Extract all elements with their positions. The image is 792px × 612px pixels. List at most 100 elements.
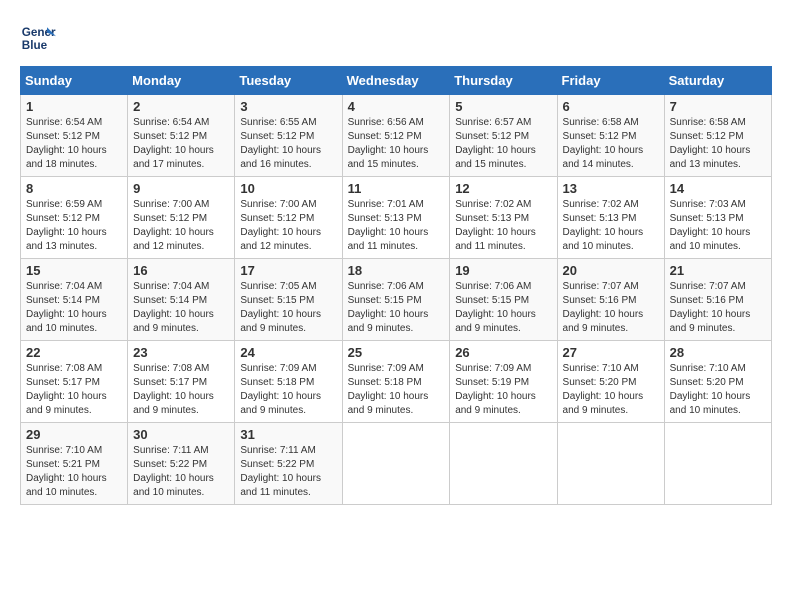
day-info: Sunrise: 7:00 AM Sunset: 5:12 PM Dayligh…	[240, 198, 336, 254]
day-info: Sunrise: 7:09 AM Sunset: 5:18 PM Dayligh…	[348, 362, 445, 418]
calendar-cell: 18 Sunrise: 7:06 AM Sunset: 5:15 PM Dayl…	[342, 259, 450, 341]
calendar-cell: 14 Sunrise: 7:03 AM Sunset: 5:13 PM Dayl…	[664, 177, 771, 259]
calendar-cell: 20 Sunrise: 7:07 AM Sunset: 5:16 PM Dayl…	[557, 259, 664, 341]
calendar-cell	[557, 423, 664, 505]
day-info: Sunrise: 6:56 AM Sunset: 5:12 PM Dayligh…	[348, 116, 445, 172]
day-number: 12	[455, 181, 551, 196]
day-number: 29	[26, 427, 122, 442]
day-info: Sunrise: 7:07 AM Sunset: 5:16 PM Dayligh…	[670, 280, 766, 336]
week-row-3: 15 Sunrise: 7:04 AM Sunset: 5:14 PM Dayl…	[21, 259, 772, 341]
calendar-cell: 4 Sunrise: 6:56 AM Sunset: 5:12 PM Dayli…	[342, 95, 450, 177]
calendar-cell: 8 Sunrise: 6:59 AM Sunset: 5:12 PM Dayli…	[21, 177, 128, 259]
day-info: Sunrise: 7:09 AM Sunset: 5:19 PM Dayligh…	[455, 362, 551, 418]
calendar-cell: 19 Sunrise: 7:06 AM Sunset: 5:15 PM Dayl…	[450, 259, 557, 341]
header-tuesday: Tuesday	[235, 67, 342, 95]
day-info: Sunrise: 7:06 AM Sunset: 5:15 PM Dayligh…	[455, 280, 551, 336]
calendar-cell: 6 Sunrise: 6:58 AM Sunset: 5:12 PM Dayli…	[557, 95, 664, 177]
day-info: Sunrise: 7:06 AM Sunset: 5:15 PM Dayligh…	[348, 280, 445, 336]
day-number: 26	[455, 345, 551, 360]
day-number: 28	[670, 345, 766, 360]
day-info: Sunrise: 6:54 AM Sunset: 5:12 PM Dayligh…	[26, 116, 122, 172]
calendar-cell	[450, 423, 557, 505]
calendar-cell	[342, 423, 450, 505]
day-number: 27	[563, 345, 659, 360]
day-number: 1	[26, 99, 122, 114]
day-info: Sunrise: 6:55 AM Sunset: 5:12 PM Dayligh…	[240, 116, 336, 172]
header-thursday: Thursday	[450, 67, 557, 95]
header-wednesday: Wednesday	[342, 67, 450, 95]
calendar-cell: 28 Sunrise: 7:10 AM Sunset: 5:20 PM Dayl…	[664, 341, 771, 423]
calendar-cell: 29 Sunrise: 7:10 AM Sunset: 5:21 PM Dayl…	[21, 423, 128, 505]
calendar-cell: 31 Sunrise: 7:11 AM Sunset: 5:22 PM Dayl…	[235, 423, 342, 505]
day-number: 6	[563, 99, 659, 114]
calendar-table: SundayMondayTuesdayWednesdayThursdayFrid…	[20, 66, 772, 505]
week-row-4: 22 Sunrise: 7:08 AM Sunset: 5:17 PM Dayl…	[21, 341, 772, 423]
day-info: Sunrise: 7:07 AM Sunset: 5:16 PM Dayligh…	[563, 280, 659, 336]
header-friday: Friday	[557, 67, 664, 95]
calendar-cell: 3 Sunrise: 6:55 AM Sunset: 5:12 PM Dayli…	[235, 95, 342, 177]
day-info: Sunrise: 7:00 AM Sunset: 5:12 PM Dayligh…	[133, 198, 229, 254]
day-info: Sunrise: 7:08 AM Sunset: 5:17 PM Dayligh…	[133, 362, 229, 418]
day-info: Sunrise: 6:59 AM Sunset: 5:12 PM Dayligh…	[26, 198, 122, 254]
header-saturday: Saturday	[664, 67, 771, 95]
day-info: Sunrise: 7:03 AM Sunset: 5:13 PM Dayligh…	[670, 198, 766, 254]
day-info: Sunrise: 7:10 AM Sunset: 5:20 PM Dayligh…	[563, 362, 659, 418]
day-number: 3	[240, 99, 336, 114]
day-number: 8	[26, 181, 122, 196]
calendar-cell: 16 Sunrise: 7:04 AM Sunset: 5:14 PM Dayl…	[128, 259, 235, 341]
day-number: 21	[670, 263, 766, 278]
day-number: 11	[348, 181, 445, 196]
calendar-cell: 13 Sunrise: 7:02 AM Sunset: 5:13 PM Dayl…	[557, 177, 664, 259]
logo-icon: General Blue	[20, 20, 56, 56]
day-info: Sunrise: 7:09 AM Sunset: 5:18 PM Dayligh…	[240, 362, 336, 418]
calendar-cell: 7 Sunrise: 6:58 AM Sunset: 5:12 PM Dayli…	[664, 95, 771, 177]
day-number: 22	[26, 345, 122, 360]
day-info: Sunrise: 7:04 AM Sunset: 5:14 PM Dayligh…	[26, 280, 122, 336]
day-info: Sunrise: 6:57 AM Sunset: 5:12 PM Dayligh…	[455, 116, 551, 172]
day-number: 7	[670, 99, 766, 114]
calendar-cell: 23 Sunrise: 7:08 AM Sunset: 5:17 PM Dayl…	[128, 341, 235, 423]
day-info: Sunrise: 7:11 AM Sunset: 5:22 PM Dayligh…	[240, 444, 336, 500]
calendar-cell: 30 Sunrise: 7:11 AM Sunset: 5:22 PM Dayl…	[128, 423, 235, 505]
week-row-2: 8 Sunrise: 6:59 AM Sunset: 5:12 PM Dayli…	[21, 177, 772, 259]
day-info: Sunrise: 7:10 AM Sunset: 5:20 PM Dayligh…	[670, 362, 766, 418]
day-number: 2	[133, 99, 229, 114]
day-number: 14	[670, 181, 766, 196]
calendar-cell: 2 Sunrise: 6:54 AM Sunset: 5:12 PM Dayli…	[128, 95, 235, 177]
calendar-cell: 5 Sunrise: 6:57 AM Sunset: 5:12 PM Dayli…	[450, 95, 557, 177]
day-info: Sunrise: 7:10 AM Sunset: 5:21 PM Dayligh…	[26, 444, 122, 500]
calendar-cell	[664, 423, 771, 505]
calendar-cell: 10 Sunrise: 7:00 AM Sunset: 5:12 PM Dayl…	[235, 177, 342, 259]
day-number: 31	[240, 427, 336, 442]
header: General Blue	[20, 20, 772, 56]
week-row-1: 1 Sunrise: 6:54 AM Sunset: 5:12 PM Dayli…	[21, 95, 772, 177]
day-number: 9	[133, 181, 229, 196]
day-number: 16	[133, 263, 229, 278]
calendar-cell: 21 Sunrise: 7:07 AM Sunset: 5:16 PM Dayl…	[664, 259, 771, 341]
svg-text:Blue: Blue	[22, 39, 48, 52]
calendar-cell: 12 Sunrise: 7:02 AM Sunset: 5:13 PM Dayl…	[450, 177, 557, 259]
day-number: 20	[563, 263, 659, 278]
calendar-cell: 24 Sunrise: 7:09 AM Sunset: 5:18 PM Dayl…	[235, 341, 342, 423]
day-number: 24	[240, 345, 336, 360]
day-number: 17	[240, 263, 336, 278]
header-row: SundayMondayTuesdayWednesdayThursdayFrid…	[21, 67, 772, 95]
calendar-cell: 17 Sunrise: 7:05 AM Sunset: 5:15 PM Dayl…	[235, 259, 342, 341]
header-monday: Monday	[128, 67, 235, 95]
calendar-cell: 15 Sunrise: 7:04 AM Sunset: 5:14 PM Dayl…	[21, 259, 128, 341]
day-info: Sunrise: 7:08 AM Sunset: 5:17 PM Dayligh…	[26, 362, 122, 418]
day-info: Sunrise: 7:11 AM Sunset: 5:22 PM Dayligh…	[133, 444, 229, 500]
calendar-cell: 27 Sunrise: 7:10 AM Sunset: 5:20 PM Dayl…	[557, 341, 664, 423]
calendar-cell: 1 Sunrise: 6:54 AM Sunset: 5:12 PM Dayli…	[21, 95, 128, 177]
day-number: 15	[26, 263, 122, 278]
week-row-5: 29 Sunrise: 7:10 AM Sunset: 5:21 PM Dayl…	[21, 423, 772, 505]
logo: General Blue	[20, 20, 56, 56]
day-number: 30	[133, 427, 229, 442]
calendar-cell: 9 Sunrise: 7:00 AM Sunset: 5:12 PM Dayli…	[128, 177, 235, 259]
day-number: 5	[455, 99, 551, 114]
day-info: Sunrise: 6:58 AM Sunset: 5:12 PM Dayligh…	[670, 116, 766, 172]
calendar-cell: 11 Sunrise: 7:01 AM Sunset: 5:13 PM Dayl…	[342, 177, 450, 259]
calendar-cell: 22 Sunrise: 7:08 AM Sunset: 5:17 PM Dayl…	[21, 341, 128, 423]
day-info: Sunrise: 6:54 AM Sunset: 5:12 PM Dayligh…	[133, 116, 229, 172]
day-number: 4	[348, 99, 445, 114]
